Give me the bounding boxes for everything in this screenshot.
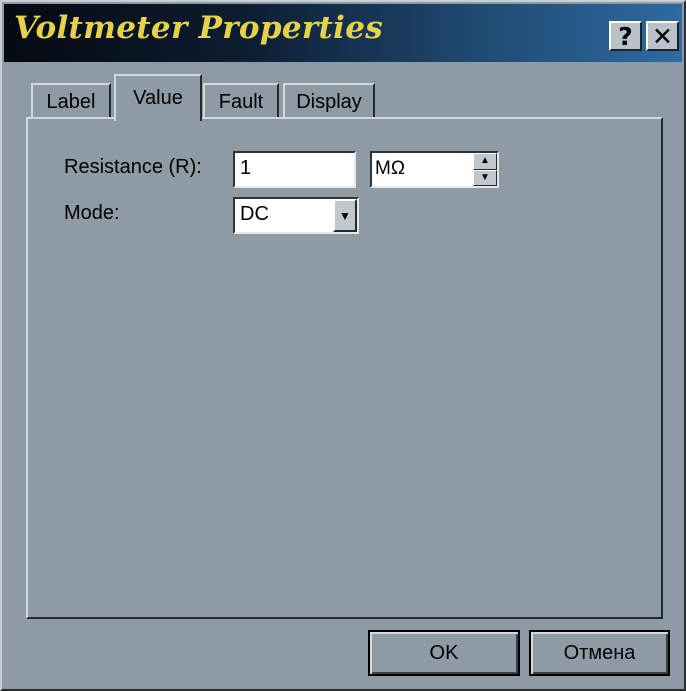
close-icon: ✕ [652, 21, 673, 51]
resistance-value: 1 [240, 157, 252, 179]
dropdown-arrow-icon[interactable]: ▼ [333, 199, 357, 232]
resistance-unit-spinner[interactable]: MΩ ▲ ▼ [370, 151, 499, 188]
title-bar[interactable]: Voltmeter Properties ? ✕ [4, 4, 682, 62]
spin-up-icon[interactable]: ▲ [473, 153, 497, 170]
mode-select[interactable]: DC ▼ [233, 197, 359, 234]
tab-value[interactable]: Value [114, 74, 202, 121]
mode-value: DC [240, 203, 269, 225]
spin-down-icon[interactable]: ▼ [473, 169, 497, 186]
voltmeter-properties-dialog: Voltmeter Properties ? ✕ Label Value Fau… [0, 0, 686, 691]
resistance-unit-value: MΩ [375, 158, 406, 179]
tab-display[interactable]: Display [283, 83, 375, 119]
help-button[interactable]: ? [609, 21, 642, 51]
unit-spin-buttons: ▲ ▼ [473, 153, 497, 186]
cancel-button[interactable]: Отмена [529, 630, 670, 676]
close-button[interactable]: ✕ [646, 21, 679, 51]
resistance-input[interactable]: 1 [233, 151, 356, 188]
tab-fault[interactable]: Fault [203, 83, 279, 119]
window-title: Voltmeter Properties [14, 10, 383, 46]
help-icon: ? [618, 21, 633, 51]
ok-button[interactable]: OK [368, 630, 520, 676]
mode-label: Mode: [64, 202, 120, 224]
resistance-label: Resistance (R): [64, 156, 202, 178]
tab-label[interactable]: Label [31, 83, 111, 119]
value-tab-panel [26, 117, 663, 619]
